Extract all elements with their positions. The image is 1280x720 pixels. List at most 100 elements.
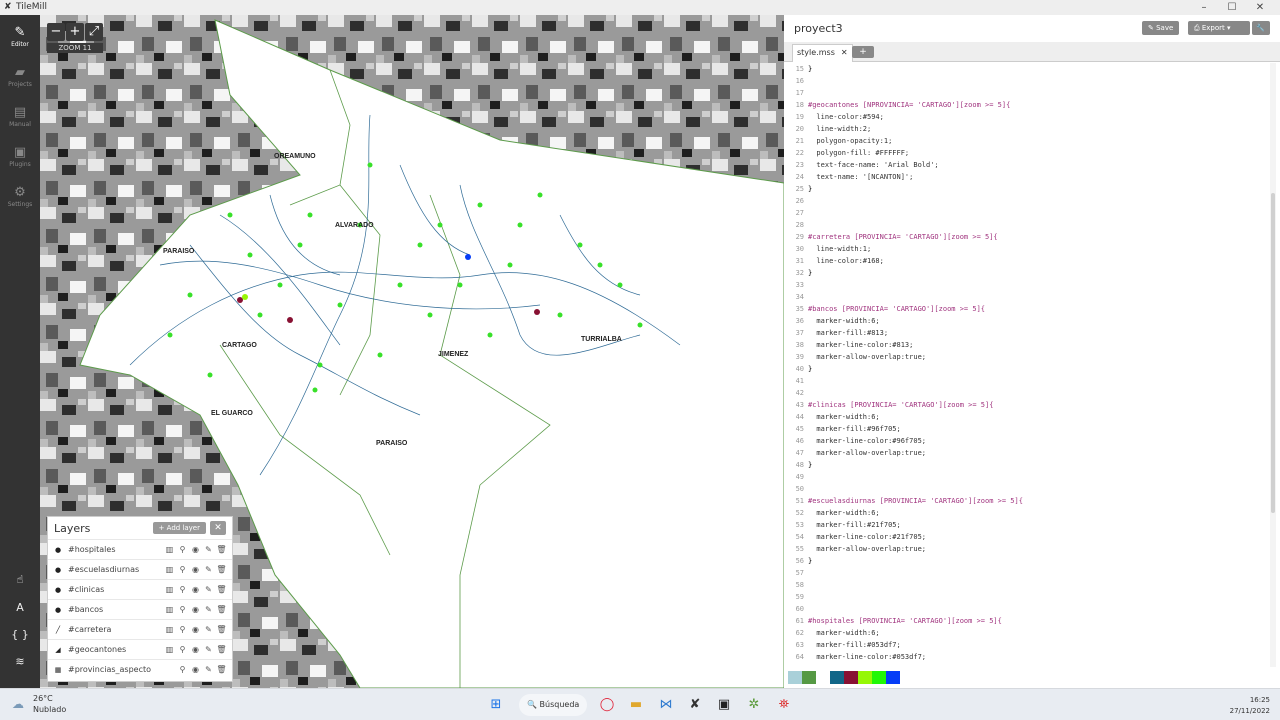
maximize-button[interactable]: ☐ bbox=[1218, 0, 1246, 15]
code-line[interactable]: 60 bbox=[784, 603, 1270, 615]
layer-inspect-icon[interactable]: ⚲ bbox=[176, 585, 189, 594]
code-line[interactable]: 19 line-color:#594; bbox=[784, 111, 1270, 123]
code-line[interactable]: 30 line-width:1; bbox=[784, 243, 1270, 255]
layer-edit-icon[interactable]: ✎ bbox=[202, 665, 215, 674]
layer-row[interactable]: ● #escuelasdiurnas ▥ ⚲ ◉ ✎ 🗑 bbox=[48, 559, 232, 579]
code-line[interactable]: 42 bbox=[784, 387, 1270, 399]
color-swatch[interactable] bbox=[858, 671, 872, 684]
code-editor[interactable]: 15} 16 17 18 #geocantones [NPROVINCIA= 'CART… bbox=[784, 63, 1270, 667]
add-stylesheet-button[interactable]: + bbox=[852, 46, 874, 58]
code-line[interactable]: 54 marker-line-color:#21f705; bbox=[784, 531, 1270, 543]
layer-inspect-icon[interactable]: ⚲ bbox=[176, 625, 189, 634]
layer-delete-icon[interactable]: 🗑 bbox=[215, 585, 228, 594]
code-line[interactable]: 33 bbox=[784, 279, 1270, 291]
code-line[interactable]: 27 bbox=[784, 207, 1270, 219]
layer-table-icon[interactable]: ▥ bbox=[163, 585, 176, 594]
code-line[interactable]: 64 marker-line-color:#053df7; bbox=[784, 651, 1270, 663]
color-swatch[interactable] bbox=[802, 671, 816, 684]
code-line[interactable]: 52 marker-width:6; bbox=[784, 507, 1270, 519]
system-clock[interactable]: 16:25 27/11/2022 bbox=[1230, 695, 1270, 717]
app-icon[interactable]: ⛯ bbox=[774, 695, 794, 715]
layer-edit-icon[interactable]: ✎ bbox=[202, 645, 215, 654]
code-line[interactable]: 40} bbox=[784, 363, 1270, 375]
font-tool-icon[interactable]: A bbox=[8, 597, 32, 619]
layer-inspect-icon[interactable]: ⚲ bbox=[176, 605, 189, 614]
fullscreen-button[interactable]: ⤢ bbox=[85, 23, 103, 41]
layer-visibility-icon[interactable]: ◉ bbox=[189, 625, 202, 634]
code-line[interactable]: 56} bbox=[784, 555, 1270, 567]
code-line[interactable]: 39 marker-allow-overlap:true; bbox=[784, 351, 1270, 363]
carto-reference-icon[interactable]: { } bbox=[8, 624, 32, 646]
layer-table-icon[interactable]: ▥ bbox=[163, 565, 176, 574]
layer-edit-icon[interactable]: ✎ bbox=[202, 565, 215, 574]
code-line[interactable]: 22 polygon-fill: #FFFFFF; bbox=[784, 147, 1270, 159]
layer-visibility-icon[interactable]: ◉ bbox=[189, 585, 202, 594]
layer-delete-icon[interactable]: 🗑 bbox=[215, 665, 228, 674]
wrench-icon[interactable]: 🔧 bbox=[1252, 21, 1270, 35]
sidebar-item-settings[interactable]: ⚙ Settings bbox=[0, 181, 40, 221]
sidebar-item-plugins[interactable]: ▣ Plugins bbox=[0, 141, 40, 181]
minimize-button[interactable]: – bbox=[1190, 0, 1218, 15]
close-tab-icon[interactable]: ✕ bbox=[841, 48, 848, 57]
color-swatch[interactable] bbox=[872, 671, 886, 684]
layer-edit-icon[interactable]: ✎ bbox=[202, 605, 215, 614]
code-line[interactable]: 20 line-width:2; bbox=[784, 123, 1270, 135]
layer-row[interactable]: ◢ #geocantones ▥ ⚲ ◉ ✎ 🗑 bbox=[48, 639, 232, 659]
terminal-icon[interactable]: ▣ bbox=[714, 695, 734, 715]
layers-toggle-icon[interactable]: ≋ bbox=[8, 651, 32, 673]
layer-inspect-icon[interactable]: ⚲ bbox=[176, 545, 189, 554]
color-swatch[interactable] bbox=[816, 671, 830, 684]
layer-inspect-icon[interactable]: ⚲ bbox=[176, 645, 189, 654]
code-line[interactable]: 41 bbox=[784, 375, 1270, 387]
layer-row[interactable]: ● #clinicas ▥ ⚲ ◉ ✎ 🗑 bbox=[48, 579, 232, 599]
sidebar-item-projects[interactable]: ▰ Projects bbox=[0, 61, 40, 101]
sidebar-item-manual[interactable]: ▤ Manual bbox=[0, 101, 40, 141]
code-line[interactable]: 48} bbox=[784, 459, 1270, 471]
scrollbar-thumb[interactable] bbox=[1271, 193, 1275, 513]
code-line[interactable]: 50 bbox=[784, 483, 1270, 495]
layer-edit-icon[interactable]: ✎ bbox=[202, 625, 215, 634]
start-button-icon[interactable]: ⊞ bbox=[486, 695, 506, 715]
export-button[interactable]: ⎙ Export ▾ bbox=[1188, 21, 1250, 35]
code-line[interactable]: 24 text-name: '[NCANTON]'; bbox=[784, 171, 1270, 183]
layer-delete-icon[interactable]: 🗑 bbox=[215, 545, 228, 554]
code-line[interactable]: 43 #clinicas [PROVINCIA= 'CARTAGO'][zoom … bbox=[784, 399, 1270, 411]
code-line[interactable]: 25} bbox=[784, 183, 1270, 195]
code-line[interactable]: 26 bbox=[784, 195, 1270, 207]
layer-visibility-icon[interactable]: ◉ bbox=[189, 545, 202, 554]
file-explorer-icon[interactable]: ▬ bbox=[626, 695, 646, 715]
code-line[interactable]: 16 bbox=[784, 75, 1270, 87]
add-layer-button[interactable]: + Add layer bbox=[152, 522, 206, 534]
layer-table-icon[interactable]: ▥ bbox=[163, 625, 176, 634]
code-line[interactable]: 28 bbox=[784, 219, 1270, 231]
zoom-in-button[interactable]: + bbox=[66, 23, 84, 41]
code-line[interactable]: 36 marker-width:6; bbox=[784, 315, 1270, 327]
layer-row[interactable]: ╱ #carretera ▥ ⚲ ◉ ✎ 🗑 bbox=[48, 619, 232, 639]
layer-delete-icon[interactable]: 🗑 bbox=[215, 565, 228, 574]
code-line[interactable]: 29 #carretera [PROVINCIA= 'CARTAGO'][zoom… bbox=[784, 231, 1270, 243]
code-line[interactable]: 34 bbox=[784, 291, 1270, 303]
layer-inspect-icon[interactable]: ⚲ bbox=[176, 565, 189, 574]
color-swatch[interactable] bbox=[830, 671, 844, 684]
layer-table-icon[interactable]: ▥ bbox=[163, 545, 176, 554]
code-line[interactable]: 35 #bancos [PROVINCIA= 'CARTAGO'][zoom >=… bbox=[784, 303, 1270, 315]
code-line[interactable]: 58 bbox=[784, 579, 1270, 591]
layer-visibility-icon[interactable]: ◉ bbox=[189, 645, 202, 654]
code-line[interactable]: 53 marker-fill:#21f705; bbox=[784, 519, 1270, 531]
layer-table-icon[interactable]: ▥ bbox=[163, 645, 176, 654]
code-line[interactable]: 23 text-face-name: 'Arial Bold'; bbox=[784, 159, 1270, 171]
code-line[interactable]: 44 marker-width:6; bbox=[784, 411, 1270, 423]
code-line[interactable]: 63 marker-fill:#053df7; bbox=[784, 639, 1270, 651]
layer-row[interactable]: ▦ #provincias_aspecto ⚲ ◉ ✎ 🗑 bbox=[48, 659, 232, 679]
zoom-out-button[interactable]: − bbox=[47, 23, 65, 41]
code-line[interactable]: 49 bbox=[784, 471, 1270, 483]
layer-delete-icon[interactable]: 🗑 bbox=[215, 625, 228, 634]
layer-edit-icon[interactable]: ✎ bbox=[202, 545, 215, 554]
layer-visibility-icon[interactable]: ◉ bbox=[189, 665, 202, 674]
layer-delete-icon[interactable]: 🗑 bbox=[215, 605, 228, 614]
layer-inspect-icon[interactable]: ⚲ bbox=[176, 665, 189, 674]
layer-edit-icon[interactable]: ✎ bbox=[202, 585, 215, 594]
editor-scrollbar[interactable] bbox=[1270, 63, 1276, 667]
code-line[interactable]: 51 #escuelasdiurnas [PROVINCIA= 'CARTAGO'… bbox=[784, 495, 1270, 507]
opera-icon[interactable]: ◯ bbox=[597, 695, 617, 715]
